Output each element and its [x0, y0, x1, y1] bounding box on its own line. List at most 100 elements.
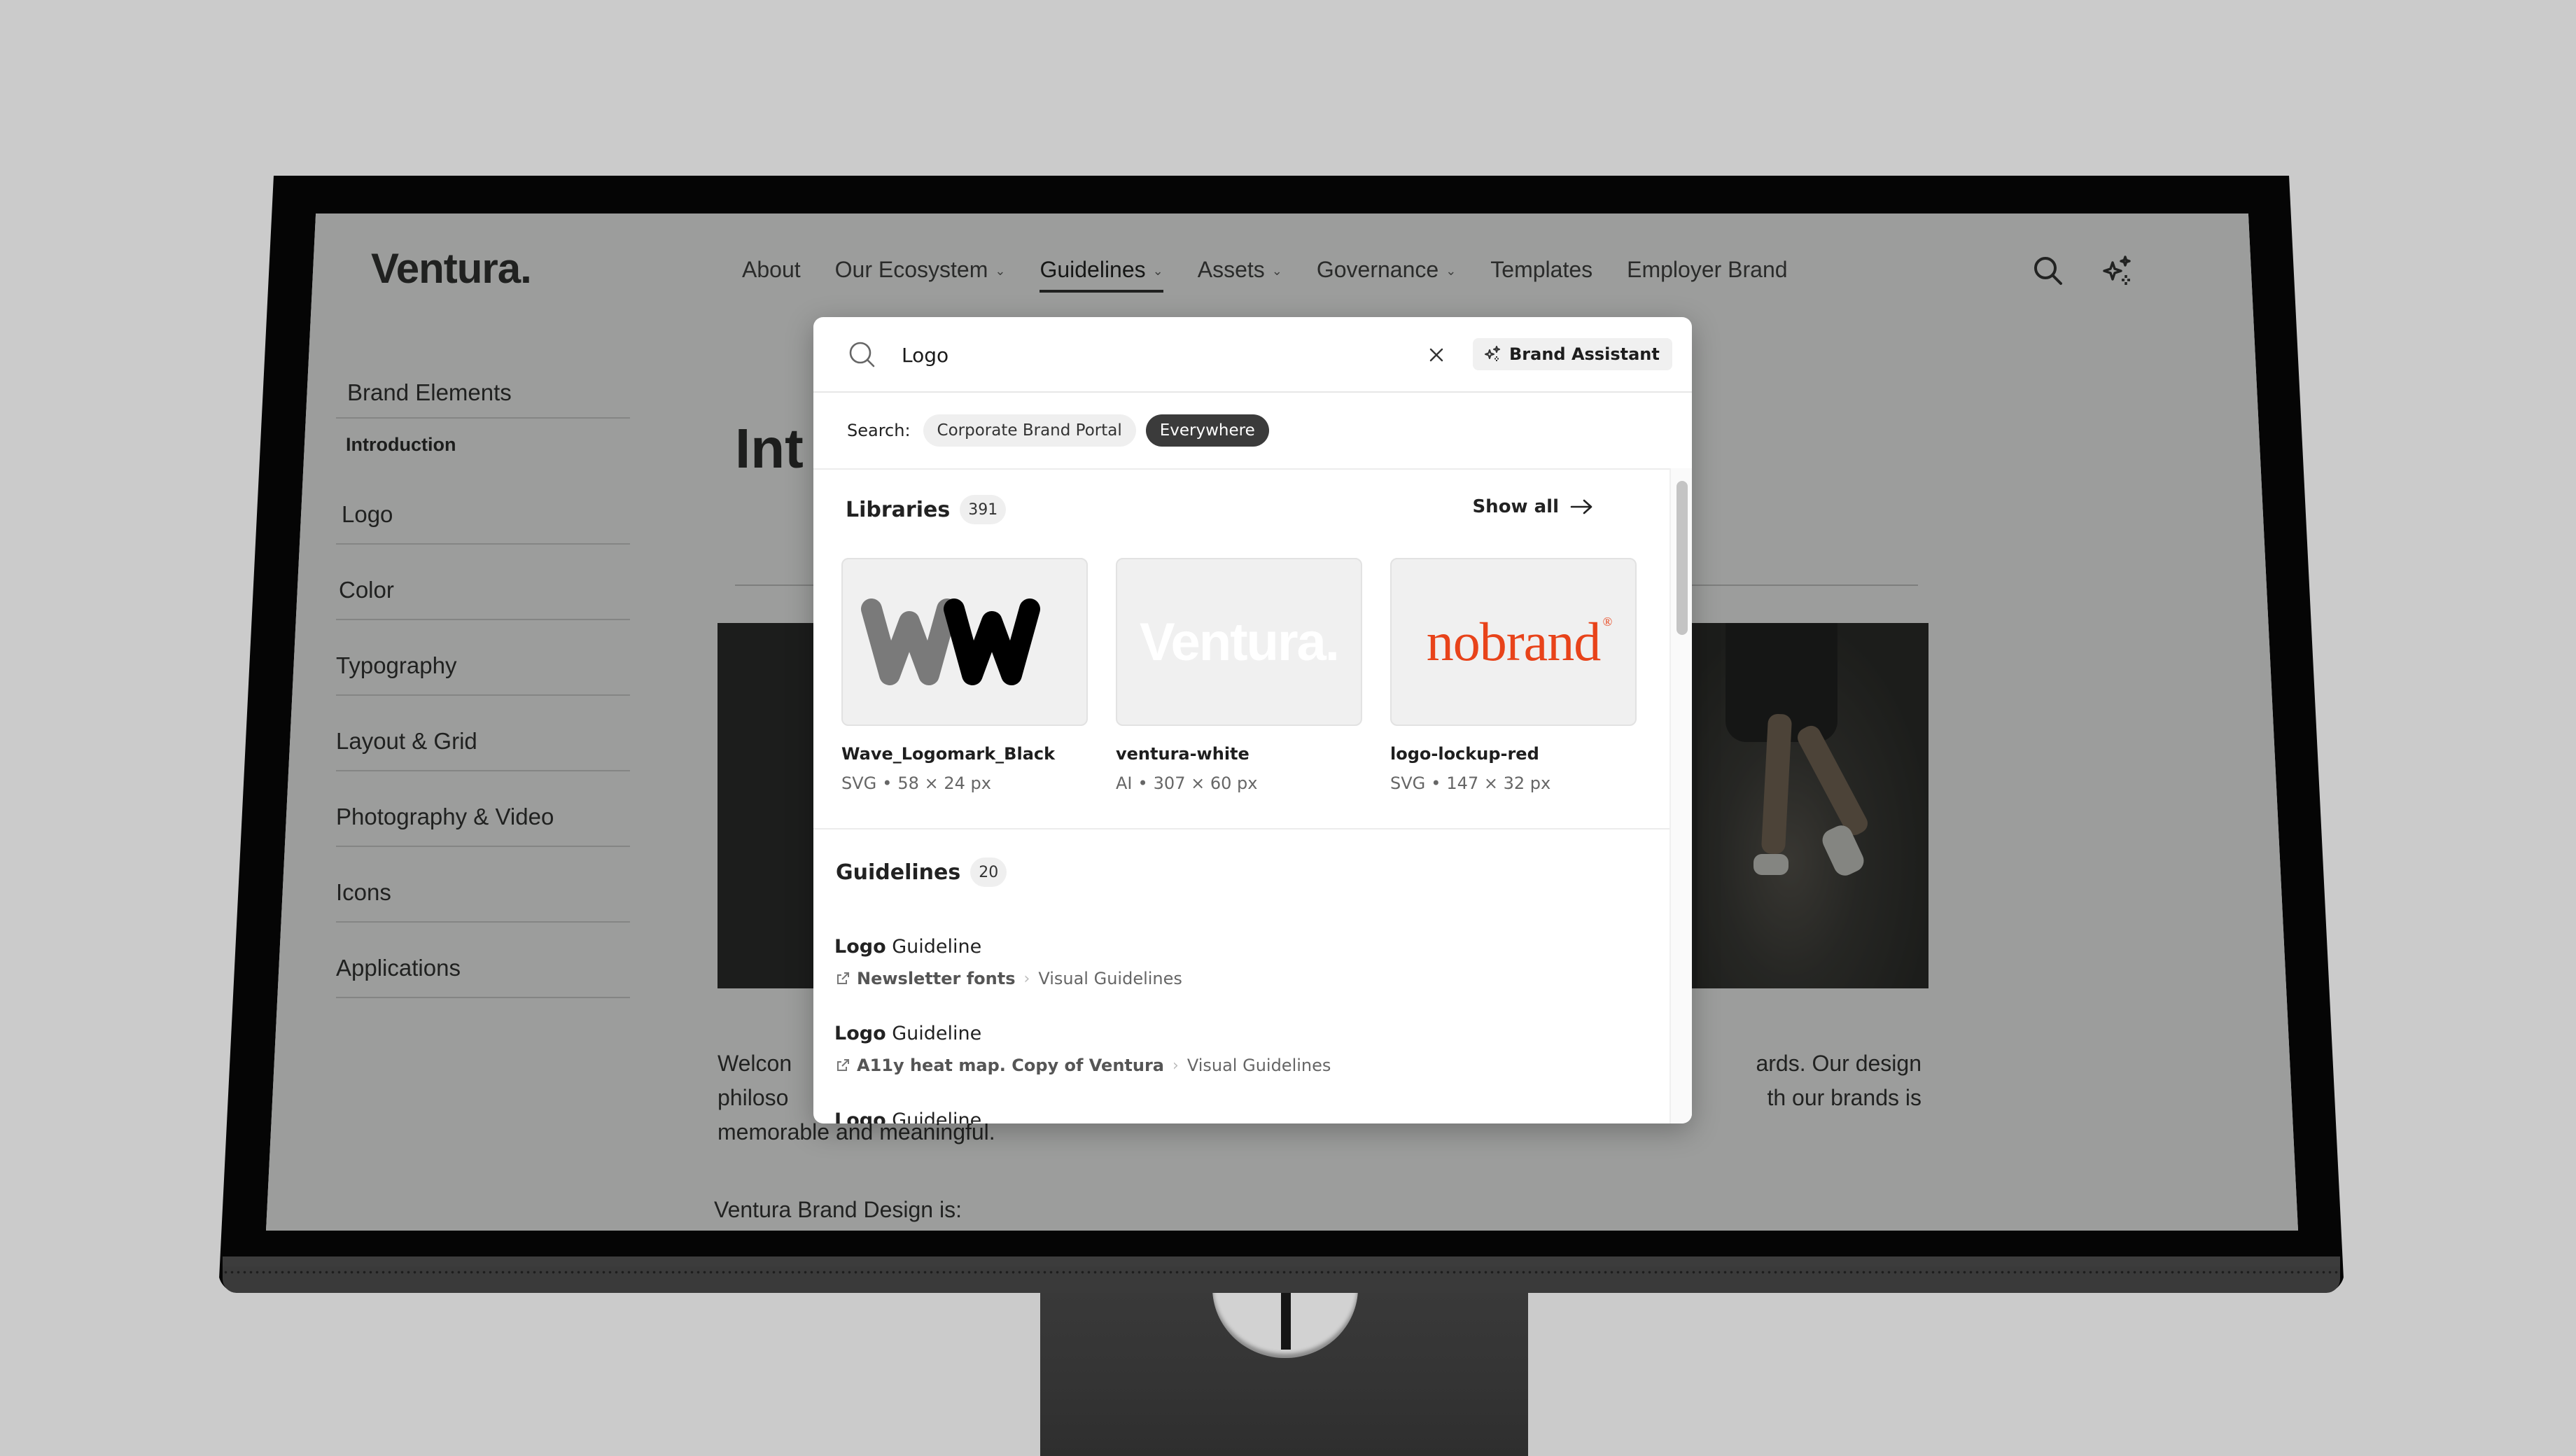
main-nav: About Our Ecosystem ⌄ Guidelines ⌄ Assets ⌄…	[742, 257, 1822, 293]
text-fragment: ards. Our design	[1756, 1051, 1921, 1076]
asset-meta: AI • 307 × 60 px	[1116, 774, 1362, 793]
guidelines-header: Guidelines 20	[836, 858, 1007, 887]
sidebar-item-label: Icons	[336, 879, 391, 905]
search-icon	[2034, 257, 2062, 285]
brand-assistant-button[interactable]: Brand Assistant	[1473, 338, 1672, 370]
sidebar-item-logo[interactable]: Logo	[336, 469, 630, 545]
scope-chip-everywhere[interactable]: Everywhere	[1145, 414, 1269, 447]
nobrand-preview: nobrand ®	[1427, 610, 1613, 673]
scope-chip-corporate-brand-portal[interactable]: Corporate Brand Portal	[923, 414, 1136, 447]
ventura-white-preview: Ventura.	[1140, 612, 1340, 672]
section-divider	[813, 828, 1671, 830]
registered-mark-icon: ®	[1602, 615, 1613, 629]
result-match: Logo	[834, 936, 886, 958]
sidebar-item-label: Photography & Video	[336, 804, 554, 830]
scope-label: Search:	[847, 421, 911, 440]
asset-card[interactable]: Ventura. ventura-white AI • 307 × 60 px	[1116, 558, 1362, 793]
result-source: Newsletter fonts	[857, 969, 1016, 988]
asset-card[interactable]: Wave_Logomark_Black SVG • 58 × 24 px	[841, 558, 1088, 793]
nav-label: About	[742, 257, 801, 282]
chevron-right-icon: ›	[1172, 1056, 1179, 1074]
nav-governance[interactable]: Governance ⌄	[1317, 257, 1456, 283]
asset-name: logo-lockup-red	[1390, 744, 1539, 764]
sidebar-item-label: Color	[339, 577, 394, 603]
result-source: A11y heat map. Copy of Ventura	[857, 1056, 1164, 1075]
sidebar-item-label: Logo	[342, 501, 393, 527]
asset-meta: SVG • 58 × 24 px	[841, 774, 1088, 793]
sidebar-group-brand-elements[interactable]: Brand Elements	[336, 371, 630, 419]
result-title: Logo Guideline	[834, 1110, 981, 1124]
asset-format: SVG	[1390, 774, 1426, 793]
sparkles-icon	[1485, 346, 1500, 361]
sidebar-item-photography-video[interactable]: Photography & Video	[336, 771, 630, 847]
separator-dot: •	[882, 774, 892, 793]
sidebar-item-applications[interactable]: Applications	[336, 923, 630, 998]
asset-format: AI	[1116, 774, 1133, 793]
result-title-rest: Guideline	[886, 936, 982, 958]
header-ai-button[interactable]	[2100, 253, 2136, 289]
monitor-speaker-grille	[223, 1256, 2340, 1293]
guidelines-count-badge: 20	[970, 858, 1007, 887]
show-all-label: Show all	[1472, 496, 1559, 517]
libraries-count-badge: 391	[960, 495, 1007, 524]
monitor-screen: Ventura. About Our Ecosystem ⌄ Guidelines…	[266, 214, 2298, 1231]
sidebar-item-label: Introduction	[346, 434, 456, 455]
asset-dimensions: 307 × 60 px	[1153, 774, 1258, 793]
nav-assets[interactable]: Assets ⌄	[1198, 257, 1282, 283]
site-logo[interactable]: Ventura.	[371, 244, 532, 293]
asset-name: Wave_Logomark_Black	[841, 744, 1056, 764]
chevron-right-icon: ›	[1023, 969, 1030, 988]
result-section: Visual Guidelines	[1038, 969, 1182, 988]
external-link-icon	[837, 972, 849, 984]
sidebar-item-label: Layout & Grid	[336, 728, 477, 754]
monitor-stand	[1040, 1274, 1528, 1456]
search-bar: Brand Assistant	[813, 317, 1692, 393]
chevron-down-icon: ⌄	[1152, 264, 1163, 278]
guideline-result[interactable]: Logo Guideline Newsletter fonts › Visual…	[834, 936, 1182, 988]
nav-our-ecosystem[interactable]: Our Ecosystem ⌄	[835, 257, 1006, 283]
result-path: Newsletter fonts › Visual Guidelines	[834, 969, 1182, 988]
sidebar-item-typography[interactable]: Typography	[336, 620, 630, 696]
show-all-libraries-link[interactable]: Show all	[1472, 496, 1594, 517]
scrollbar-thumb[interactable]	[1676, 481, 1688, 635]
stand-cable	[1281, 1288, 1291, 1350]
sidebar-item-icons[interactable]: Icons	[336, 847, 630, 923]
result-title: Logo Guideline	[834, 1023, 1331, 1044]
sidebar-group-label: Brand Elements	[347, 379, 512, 405]
guidelines-title: Guidelines	[836, 860, 961, 885]
clear-search-button[interactable]	[1422, 341, 1450, 369]
asset-dimensions: 147 × 32 px	[1446, 774, 1551, 793]
result-path: A11y heat map. Copy of Ventura › Visual …	[834, 1056, 1331, 1075]
asset-thumbnail	[841, 558, 1088, 726]
result-title-rest: Guideline	[886, 1023, 982, 1044]
guideline-result[interactable]: Logo Guideline	[834, 1110, 981, 1124]
sidebar-item-color[interactable]: Color	[336, 545, 630, 620]
chevron-down-icon: ⌄	[1271, 264, 1282, 278]
result-section: Visual Guidelines	[1186, 1056, 1331, 1075]
header-search-button[interactable]	[2030, 253, 2066, 289]
nav-about[interactable]: About	[742, 257, 801, 283]
nav-label: Employer Brand	[1627, 257, 1788, 282]
asset-thumbnail: nobrand ®	[1390, 558, 1637, 726]
separator-dot: •	[1431, 774, 1441, 793]
external-link-icon	[837, 1059, 849, 1071]
text-fragment: philoso	[718, 1085, 789, 1110]
search-input[interactable]	[900, 337, 1379, 373]
separator-dot: •	[1138, 774, 1148, 793]
asset-card[interactable]: nobrand ® logo-lockup-red SVG • 147 × 32 px	[1390, 558, 1637, 793]
arrow-right-icon	[1570, 499, 1592, 514]
nav-label: Guidelines	[1040, 257, 1146, 282]
libraries-title: Libraries	[846, 497, 951, 522]
sidebar-item-layout-grid[interactable]: Layout & Grid	[336, 696, 630, 771]
nav-label: Our Ecosystem	[834, 257, 988, 282]
sidebar-item-introduction[interactable]: Introduction	[336, 419, 630, 469]
runner-photo	[1698, 623, 1928, 988]
asset-format: SVG	[841, 774, 877, 793]
result-match: Logo	[834, 1023, 886, 1044]
guideline-result[interactable]: Logo Guideline A11y heat map. Copy of Ve…	[834, 1023, 1331, 1075]
nav-employer-brand[interactable]: Employer Brand	[1627, 257, 1787, 283]
nav-guidelines[interactable]: Guidelines ⌄	[1040, 257, 1164, 293]
sidebar-item-label: Typography	[336, 652, 457, 678]
search-scope: Search: Corporate Brand Portal Everywher…	[813, 393, 1692, 470]
nav-templates[interactable]: Templates	[1490, 257, 1592, 283]
